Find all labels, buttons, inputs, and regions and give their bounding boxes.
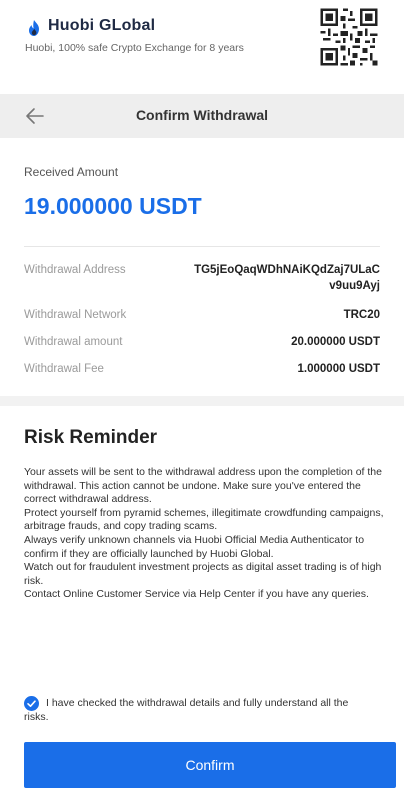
withdrawal-network-label: Withdrawal Network <box>24 309 127 321</box>
risk-line: Always verify unknown channels via Huobi… <box>24 533 365 560</box>
withdrawal-amount-value: 20.000000 USDT <box>291 336 380 348</box>
confirm-button[interactable]: Confirm <box>24 742 396 788</box>
risk-line: Watch out for fraudulent investment proj… <box>24 561 382 587</box>
agreement-text: I have checked the withdrawal details an… <box>24 697 349 723</box>
risk-line: Your assets will be sent to the withdraw… <box>24 466 382 506</box>
withdrawal-amount-label: Withdrawal amount <box>24 336 123 348</box>
withdrawal-address-value: TG5jEoQaqWDhNAiKQdZaj7ULaCv9uu9Ayj <box>194 264 380 292</box>
received-amount-value: 19.000000 USDT <box>24 193 202 219</box>
nav-bar: Confirm Withdrawal <box>0 94 404 138</box>
page-title: Confirm Withdrawal <box>135 107 269 123</box>
withdrawal-address-label: Withdrawal Address <box>24 264 126 276</box>
section-divider <box>0 396 404 406</box>
withdrawal-fee-label: Withdrawal Fee <box>24 363 104 375</box>
withdrawal-network-value: TRC20 <box>343 309 380 321</box>
divider <box>24 246 380 247</box>
received-amount-label: Received Amount <box>24 165 119 179</box>
brand-name: Huobi GLobal <box>48 17 156 34</box>
risk-line: Contact Online Customer Service via Help… <box>24 588 369 601</box>
checkbox-checked-icon[interactable] <box>24 696 39 711</box>
brand-header: Huobi GLobal Huobi, 100% safe Crypto Exc… <box>0 0 404 84</box>
qr-code-icon <box>318 6 380 68</box>
brand-tagline: Huobi, 100% safe Crypto Exchange for 8 y… <box>25 42 244 54</box>
huobi-flame-icon <box>29 20 39 36</box>
risk-reminder-body: Your assets will be sent to the withdraw… <box>24 466 384 602</box>
withdrawal-fee-value: 1.000000 USDT <box>297 363 380 375</box>
risk-line: Protect yourself from pyramid schemes, i… <box>24 506 384 533</box>
risk-reminder-title: Risk Reminder <box>24 427 158 448</box>
